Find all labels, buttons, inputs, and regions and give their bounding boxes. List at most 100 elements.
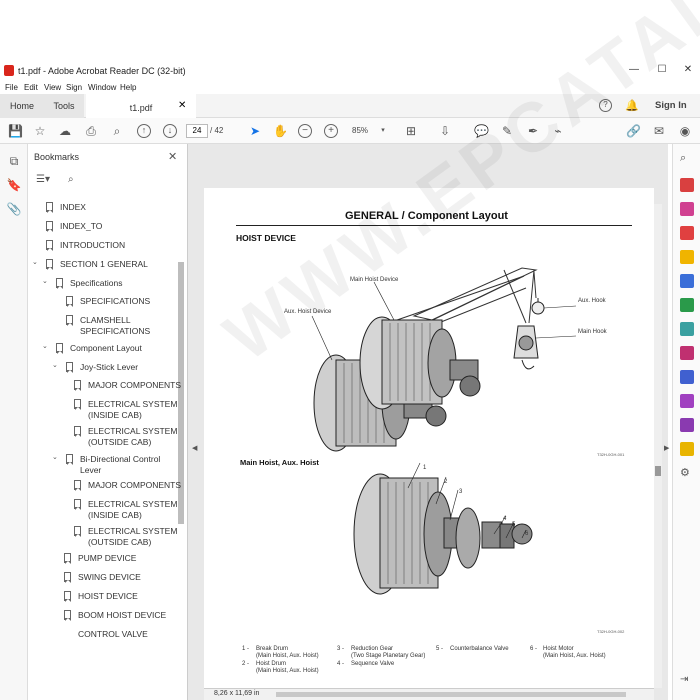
legend-text-2: Hoist Drum — [256, 661, 287, 667]
bookmarks-panel-icon[interactable]: 🔖 — [6, 178, 22, 194]
bookmark-hoist-device[interactable]: HOIST DEVICE — [64, 591, 138, 602]
stamp-icon[interactable] — [680, 442, 694, 456]
bookmark-major-components-1[interactable]: MAJOR COMPONENTS — [74, 380, 181, 391]
menu-file[interactable]: File — [5, 83, 18, 92]
bookmark-section1-general[interactable]: SECTION 1 GENERAL — [46, 259, 148, 270]
legend-text-6: Hoist Motor — [543, 646, 574, 652]
bookmark-specifications[interactable]: SPECIFICATIONS — [66, 296, 150, 307]
figure-code-2: T32H-0GH-002 — [597, 629, 625, 634]
create-pdf-icon[interactable] — [680, 178, 694, 192]
scroll-thumb[interactable] — [655, 466, 661, 476]
bookmark-options-icon[interactable]: ☰▾ — [36, 174, 50, 185]
menu-view[interactable]: View — [44, 83, 61, 92]
save-icon[interactable]: 💾 — [8, 124, 23, 138]
share-link-icon[interactable]: 🔗 — [626, 124, 641, 138]
part-number-1: 1 — [423, 465, 427, 471]
bookmark-major-components-2[interactable]: MAJOR COMPONENTS — [74, 480, 181, 491]
account-icon[interactable]: ◉ — [678, 124, 692, 138]
comment-tool-icon[interactable] — [680, 250, 694, 264]
bookmark-electrical-outside-2[interactable]: ELECTRICAL SYSTEM — [74, 526, 177, 537]
legend-num-2: 2 - — [242, 661, 250, 667]
bookmark-electrical-inside-2-line2: (INSIDE CAB) — [88, 510, 142, 520]
organize-pages-icon[interactable] — [680, 202, 694, 216]
page-thumbnails-icon[interactable]: ⧉ — [6, 154, 22, 170]
bookmark-star-icon[interactable]: ☆ — [33, 124, 47, 138]
scan-ocr-icon[interactable] — [680, 322, 694, 336]
bookmark-introduction[interactable]: INTRODUCTION — [46, 240, 125, 251]
menu-window[interactable]: Window — [88, 83, 116, 92]
main-hoist-exploded-drawing — [353, 473, 533, 595]
more-tools-icon[interactable]: ⚙ — [680, 466, 694, 480]
collapse-chevron-icon[interactable]: ⌄ — [42, 342, 48, 350]
aux-hook-drawing — [531, 298, 545, 315]
page-up-icon[interactable]: ↑ — [137, 124, 151, 138]
find-bookmark-icon[interactable]: ⌕ — [68, 174, 74, 185]
upload-cloud-icon[interactable]: ☁ — [58, 124, 72, 138]
part-number-2: 2 — [444, 479, 448, 485]
part-number-4: 4 — [503, 516, 507, 522]
bookmark-specifications-group[interactable]: Specifications — [56, 278, 122, 289]
bookmark-electrical-outside-2-line2: (OUTSIDE CAB) — [88, 537, 152, 547]
collapse-right-arrow-icon[interactable]: ▶ — [664, 444, 669, 452]
bookmark-bidirectional-lever[interactable]: Bi-Directional Control — [66, 454, 160, 465]
email-icon[interactable]: ✉ — [652, 124, 666, 138]
collapse-chevron-icon[interactable]: ⌄ — [52, 453, 58, 461]
attachments-icon[interactable]: 📎 — [6, 202, 22, 218]
document-vertical-scrollbar[interactable] — [654, 204, 662, 688]
tab-tools[interactable]: Tools — [44, 94, 84, 118]
bookmark-index[interactable]: INDEX — [46, 202, 86, 213]
expand-pane-icon[interactable]: ⇥ — [680, 674, 694, 688]
page-down-icon[interactable]: ↓ — [163, 124, 177, 138]
close-panel-icon[interactable]: ✕ — [168, 150, 177, 163]
edit-pdf-icon[interactable] — [680, 298, 694, 312]
bookmark-pump-device[interactable]: PUMP DEVICE — [64, 553, 136, 564]
bookmark-electrical-inside-1-line2: (INSIDE CAB) — [88, 410, 142, 420]
page-fit-icon[interactable]: ⊞ — [404, 124, 418, 138]
bookmark-component-layout[interactable]: Component Layout — [56, 343, 142, 354]
select-cursor-icon[interactable]: ➤ — [248, 124, 262, 138]
zoom-in-icon[interactable]: + — [324, 124, 338, 138]
horizontal-scrollbar[interactable] — [276, 692, 626, 697]
acrobat-logo-icon — [4, 65, 14, 76]
collapse-chevron-icon[interactable]: ⌄ — [52, 361, 58, 369]
bookmark-control-valve[interactable]: CONTROL VALVE — [78, 629, 148, 637]
page-number-input[interactable]: 24 — [186, 124, 208, 138]
collapse-chevron-icon[interactable]: ⌄ — [32, 258, 38, 266]
legend-num-4: 4 - — [337, 661, 345, 667]
zoom-dropdown-icon[interactable]: ▾ — [376, 124, 390, 138]
legend-num-6: 6 - — [530, 646, 538, 652]
collapse-chevron-icon[interactable]: ⌄ — [42, 277, 48, 285]
zoom-search-icon[interactable]: ⌕ — [110, 124, 124, 138]
bookmark-electrical-inside-2[interactable]: ELECTRICAL SYSTEM — [74, 499, 177, 510]
bookmark-electrical-outside-1[interactable]: ELECTRICAL SYSTEM — [74, 426, 177, 437]
print-icon[interactable]: ⎙ — [84, 124, 98, 138]
hand-tool-icon[interactable]: ✋ — [273, 124, 288, 138]
bookmark-joystick-lever[interactable]: Joy-Stick Lever — [66, 362, 138, 373]
scroll-mode-icon[interactable]: ⇩ — [438, 124, 452, 138]
label-aux-hook: Aux. Hook — [578, 298, 606, 304]
search-icon[interactable]: ⌕ — [680, 152, 694, 166]
tab-home[interactable]: Home — [0, 94, 44, 118]
bookmark-index-to[interactable]: INDEX_TO — [46, 221, 102, 232]
export-pdf-icon[interactable] — [680, 226, 694, 240]
request-signature-icon[interactable] — [680, 394, 694, 408]
menu-help[interactable]: Help — [120, 83, 136, 92]
send-for-comments-icon[interactable] — [680, 418, 694, 432]
bookmark-swing-device[interactable]: SWING DEVICE — [64, 572, 141, 583]
protect-icon[interactable] — [680, 370, 694, 384]
collapse-left-arrow-icon[interactable]: ◀ — [192, 444, 197, 452]
combine-files-icon[interactable] — [680, 274, 694, 288]
sign-in-button[interactable]: Sign In — [655, 100, 687, 111]
menu-sign[interactable]: Sign — [66, 83, 82, 92]
label-main-hook: Main Hook — [578, 329, 607, 335]
bookmark-boom-hoist-device[interactable]: BOOM HOIST DEVICE — [64, 610, 166, 621]
zoom-level[interactable]: 85% — [352, 126, 368, 135]
menu-edit[interactable]: Edit — [24, 83, 38, 92]
figure-code-1: T32H-0GH-001 — [597, 452, 625, 457]
zoom-out-icon[interactable]: − — [298, 124, 312, 138]
fill-sign-tool-icon[interactable] — [680, 346, 694, 360]
close-tab-icon[interactable]: ✕ — [178, 100, 186, 111]
bookmark-electrical-inside-1[interactable]: ELECTRICAL SYSTEM — [74, 399, 177, 410]
bookmark-clamshell[interactable]: CLAMSHELL — [66, 315, 131, 326]
bookmarks-title: Bookmarks — [34, 152, 80, 162]
